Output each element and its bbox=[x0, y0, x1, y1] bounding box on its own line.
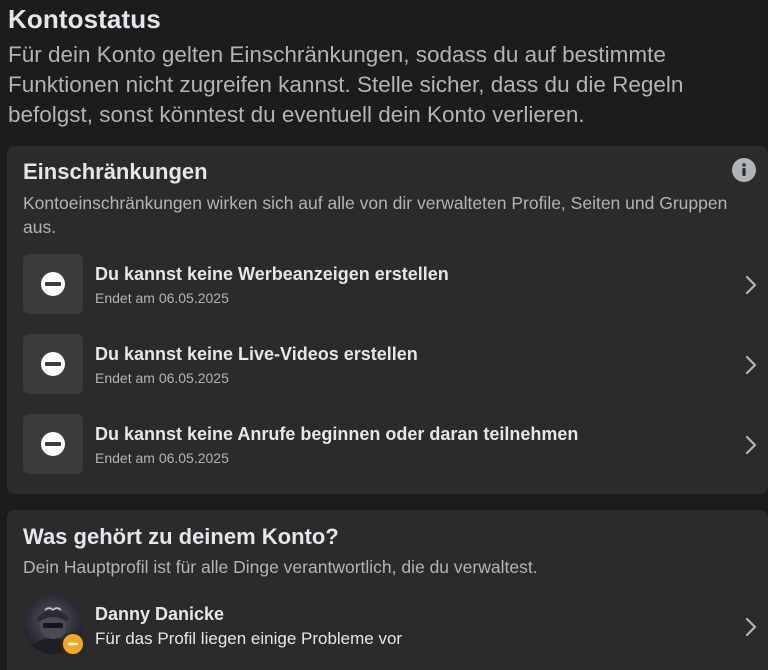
chevron-right-icon bbox=[745, 435, 757, 455]
account-title: Was gehört zu deinem Konto? bbox=[23, 524, 339, 549]
page-title: Kontostatus bbox=[8, 4, 161, 34]
chevron-right-icon bbox=[745, 617, 757, 637]
restriction-label: Du kannst keine Werbeanzeigen erstellen bbox=[95, 264, 449, 284]
profile-status: Für das Profil liegen einige Probleme vo… bbox=[95, 629, 403, 648]
restrictions-description: Kontoeinschränkungen wirken sich auf all… bbox=[23, 193, 728, 237]
profile-name: Danny Danicke bbox=[95, 604, 225, 624]
restrictions-card: Einschränkungen Kontoeinschränkungen wir… bbox=[7, 146, 768, 494]
account-status-page: Kontostatus Für dein Konto gelten Einsch… bbox=[0, 0, 768, 670]
account-description: Dein Hauptprofil ist für alle Dinge vera… bbox=[23, 557, 538, 577]
restriction-label: Du kannst keine Anrufe beginnen oder dar… bbox=[95, 424, 579, 444]
restriction-end-date: Endet am 06.05.2025 bbox=[95, 370, 229, 386]
restriction-item-calls[interactable]: Du kannst keine Anrufe beginnen oder dar… bbox=[23, 414, 768, 474]
restricted-icon bbox=[23, 254, 83, 314]
main-profile-row[interactable]: Danny Danicke Für das Profil liegen eini… bbox=[23, 594, 768, 656]
chevron-right-icon bbox=[745, 275, 757, 295]
info-icon[interactable] bbox=[732, 158, 756, 182]
restriction-end-date: Endet am 06.05.2025 bbox=[95, 450, 229, 466]
chevron-right-icon bbox=[745, 355, 757, 375]
page-description: Für dein Konto gelten Einschränkungen, s… bbox=[8, 42, 684, 127]
restriction-item-live-videos[interactable]: Du kannst keine Live-Videos erstellen En… bbox=[23, 334, 768, 394]
restriction-item-ads[interactable]: Du kannst keine Werbeanzeigen erstellen … bbox=[23, 254, 768, 314]
restrictions-title: Einschränkungen bbox=[23, 159, 208, 184]
warning-badge-icon bbox=[61, 632, 85, 656]
account-card: Was gehört zu deinem Konto? Dein Hauptpr… bbox=[7, 510, 768, 670]
restricted-icon bbox=[23, 414, 83, 474]
restriction-end-date: Endet am 06.05.2025 bbox=[95, 290, 229, 306]
restriction-label: Du kannst keine Live-Videos erstellen bbox=[95, 344, 418, 364]
restricted-icon bbox=[23, 334, 83, 394]
